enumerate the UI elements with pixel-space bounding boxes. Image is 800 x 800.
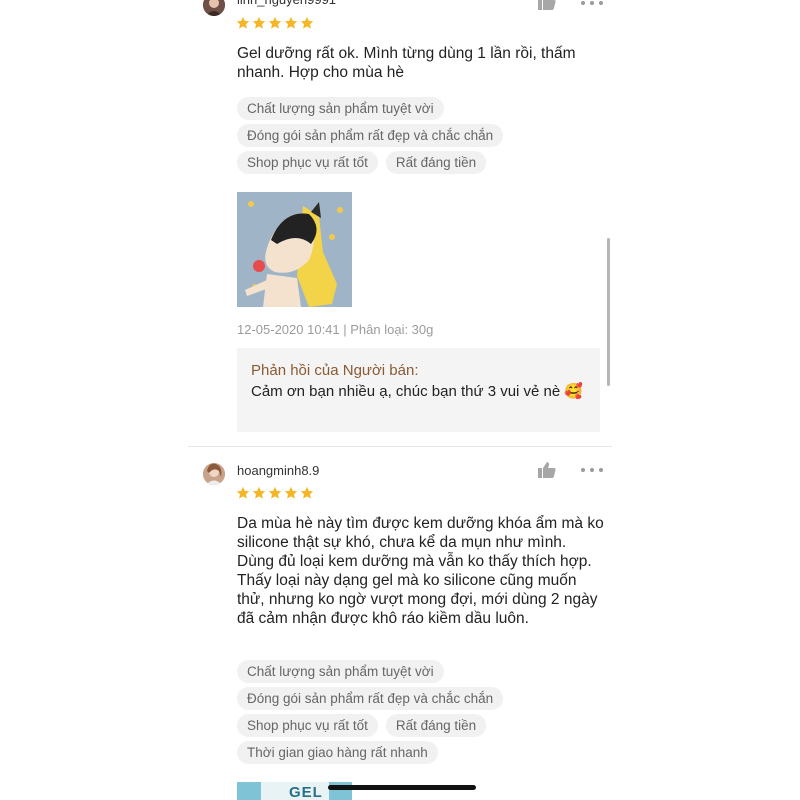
review-tag: Đóng gói sản phẩm rất đẹp và chắc chắn [237, 124, 504, 147]
review-tag: Rất đáng tiền [385, 714, 487, 737]
scrollbar[interactable] [607, 238, 610, 386]
review-tags: Chất lượng sản phẩm tuyệt vời Đóng gói s… [237, 97, 607, 174]
avatar[interactable] [203, 0, 225, 16]
more-icon[interactable] [581, 0, 603, 6]
review-tag: Thời gian giao hàng rất nhanh [237, 741, 438, 764]
review-tags: Chất lượng sản phẩm tuyệt vời Đóng gói s… [237, 660, 607, 764]
review-divider [188, 446, 612, 447]
review-meta: 12-05-2020 10:41 | Phân loại: 30g [237, 322, 434, 337]
review-photo[interactable] [237, 192, 352, 307]
thumbs-up-icon[interactable] [538, 462, 556, 478]
star-icon [236, 486, 250, 499]
review-tag: Chất lượng sản phẩm tuyệt vời [237, 97, 444, 120]
review-feed: linh_nguyen9991 Gel dưỡng rất ok. Mình t… [188, 0, 612, 800]
review-text: Da mùa hè này tìm được kem dưỡng khóa ẩm… [237, 515, 604, 627]
review-tag: Rất đáng tiền [385, 151, 487, 174]
product-label-text: GEL [289, 784, 323, 800]
seller-reply-title: Phản hồi của Người bán: [251, 362, 419, 379]
review-tag: Shop phục vụ rất tốt [237, 151, 378, 174]
review-username[interactable]: linh_nguyen9991 [237, 0, 336, 7]
home-indicator[interactable] [328, 785, 476, 790]
review-text: Gel dưỡng rất ok. Mình từng dùng 1 lần r… [237, 45, 576, 81]
review-tag: Chất lượng sản phẩm tuyệt vời [237, 660, 444, 683]
star-icon [300, 486, 314, 499]
star-icon [300, 16, 314, 29]
star-icon [284, 486, 298, 499]
star-icon [268, 16, 282, 29]
seller-reply-text: Cảm ơn bạn nhiều ạ, chúc bạn thứ 3 vui v… [251, 383, 584, 400]
star-icon [284, 16, 298, 29]
more-icon[interactable] [581, 467, 603, 473]
review-username[interactable]: hoangminh8.9 [237, 463, 319, 478]
rating-stars [236, 16, 314, 30]
seller-reply: Phản hồi của Người bán: Cảm ơn bạn nhiều… [237, 348, 600, 432]
thumbs-up-icon[interactable] [538, 0, 556, 10]
star-icon [252, 16, 266, 29]
rating-stars [236, 486, 314, 500]
avatar[interactable] [203, 463, 225, 485]
star-icon [252, 486, 266, 499]
star-icon [268, 486, 282, 499]
star-icon [236, 16, 250, 29]
review-tag: Shop phục vụ rất tốt [237, 714, 378, 737]
review-tag: Đóng gói sản phẩm rất đẹp và chắc chắn [237, 687, 504, 710]
